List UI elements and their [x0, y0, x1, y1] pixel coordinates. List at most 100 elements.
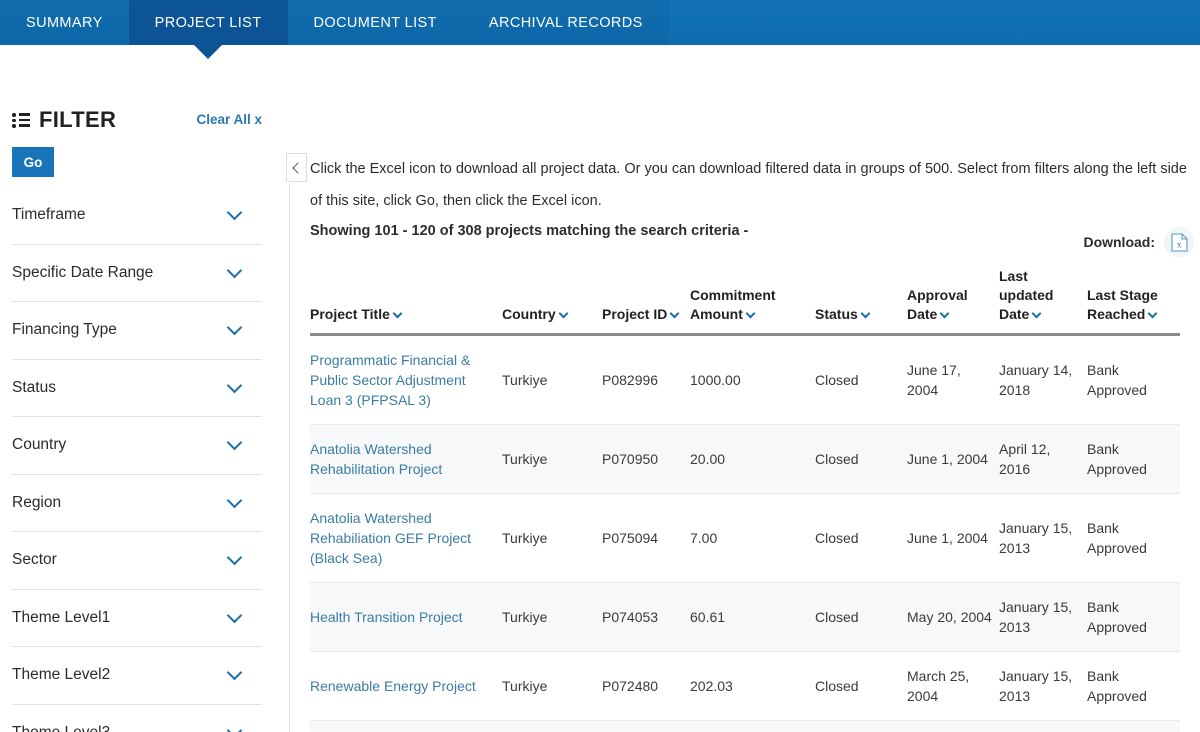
filter-title-group: FILTER [12, 107, 116, 133]
cell-approval-date: June 1, 2004 [907, 493, 999, 583]
cell-last-updated-date: April 12, 2016 [999, 424, 1087, 494]
cell-project-id: P070950 [602, 424, 690, 494]
table-row: Programmatic Financial & Public Sector A… [310, 334, 1180, 425]
cell-commitment-amount: 7.00 [690, 493, 815, 583]
tab-archival-records-label: ARCHIVAL RECORDS [488, 14, 643, 31]
cell-status: Closed [815, 334, 907, 425]
cell-last-stage-reached: Bank Approved [1087, 651, 1180, 721]
column-label: Approval Date [907, 287, 968, 322]
cell-approval-date: May 20, 2004 [907, 582, 999, 652]
cell-country: Turkiye [502, 651, 602, 721]
cell-country: Turkiye [502, 334, 602, 425]
column-label: Status [815, 306, 858, 322]
table-row: Health Transition Project Turkiye P07405… [310, 582, 1180, 652]
column-label: Project ID [602, 306, 668, 322]
cell-project-title: Health Transition Project [310, 582, 502, 652]
column-header-commitment-amount[interactable]: Commitment Amount [690, 267, 815, 336]
tab-list: SUMMARY PROJECT LIST DOCUMENT LIST ARCHI… [0, 0, 669, 59]
filter-title: FILTER [39, 107, 117, 132]
chevron-down-icon [669, 308, 680, 319]
filter-item-financing-type[interactable]: Financing Type [12, 302, 262, 360]
filter-item-timeframe[interactable]: Timeframe [12, 187, 262, 245]
column-header-last-stage-reached[interactable]: Last Stage Reached [1087, 267, 1180, 336]
chevron-down-icon [1147, 308, 1158, 319]
filter-item-status[interactable]: Status [12, 360, 262, 417]
cell-last-stage-reached: Bank Approved [1087, 493, 1180, 583]
column-header-approval-date[interactable]: Approval Date [907, 267, 999, 336]
chevron-down-icon [226, 204, 243, 221]
collapse-sidebar-button[interactable] [286, 153, 307, 182]
chevron-left-icon [292, 161, 304, 174]
cell-approval-date: January 13, 2004 [907, 720, 999, 732]
column-header-country[interactable]: Country [502, 267, 602, 336]
project-title-link[interactable]: Anatolia Watershed Rehabiliation GEF Pro… [310, 510, 471, 566]
cell-commitment-amount: 20.00 [690, 424, 815, 494]
table-header-row: Project Title Country Project ID Commitm… [310, 267, 1180, 336]
chevron-down-icon [939, 308, 950, 319]
cell-last-stage-reached: Bank Approved [1087, 582, 1180, 652]
filter-item-specific-date-range[interactable]: Specific Date Range [12, 245, 262, 302]
cell-commitment-amount: 60.61 [690, 582, 815, 652]
column-header-project-id[interactable]: Project ID [602, 267, 690, 336]
cell-project-title: Programmatic Financial & Public Sector A… [310, 334, 502, 425]
filter-item-region[interactable]: Region [12, 475, 262, 532]
project-title-link[interactable]: Anatolia Watershed Rehabilitation Projec… [310, 441, 442, 477]
cell-last-updated-date: January 14, 2018 [999, 720, 1087, 732]
clear-all-link[interactable]: Clear All x [196, 107, 262, 127]
filter-item-label: Country [12, 436, 67, 454]
sidebar-divider [289, 183, 290, 732]
chevron-down-icon [226, 262, 243, 279]
filter-item-country[interactable]: Country [12, 417, 262, 475]
filter-item-theme-level3[interactable]: Theme Level3 [12, 705, 262, 732]
column-header-status[interactable]: Status [815, 267, 907, 336]
tab-document-list[interactable]: DOCUMENT LIST [287, 0, 463, 45]
showing-count-text: Showing 101 - 120 of 308 projects matchi… [310, 223, 749, 239]
tab-summary[interactable]: SUMMARY [0, 0, 129, 45]
cell-approval-date: March 25, 2004 [907, 651, 999, 721]
cell-project-title: Anatolia Watershed Rehabiliation GEF Pro… [310, 493, 502, 583]
cell-status: Closed [815, 493, 907, 583]
filter-item-label: Timeframe [12, 206, 86, 224]
excel-download-icon[interactable]: x [1164, 227, 1194, 257]
project-title-link[interactable]: Health Transition Project [310, 609, 463, 625]
table-row: Anatolia Watershed Rehabiliation GEF Pro… [310, 493, 1180, 583]
cell-project-title: Anatolia Watershed Rehabilitation Projec… [310, 424, 502, 494]
filter-sidebar: FILTER Clear All x Go Timeframe Specific… [0, 45, 280, 732]
chevron-down-icon [1031, 308, 1042, 319]
filter-item-label: Sector [12, 551, 57, 569]
cell-last-updated-date: January 15, 2013 [999, 582, 1087, 652]
cell-country: Turkiye [502, 424, 602, 494]
cell-last-updated-date: January 15, 2013 [999, 651, 1087, 721]
chevron-down-icon [226, 607, 243, 624]
column-header-project-title[interactable]: Project Title [310, 267, 502, 336]
column-label: Commitment Amount [690, 287, 776, 322]
download-group: Download: x [1083, 227, 1194, 257]
cell-last-stage-reached: Bank Approved [1087, 424, 1180, 494]
cell-project-id: P072480 [602, 651, 690, 721]
tab-project-list-label: PROJECT LIST [154, 14, 262, 31]
chevron-down-icon [226, 319, 243, 336]
cell-project-id: P075094 [602, 493, 690, 583]
tab-project-list[interactable]: PROJECT LIST [128, 0, 288, 59]
chevron-down-icon [745, 308, 756, 319]
project-title-link[interactable]: Programmatic Financial & Public Sector A… [310, 352, 470, 408]
filter-item-theme-level1[interactable]: Theme Level1 [12, 590, 262, 647]
project-title-link[interactable]: Renewable Energy Project [310, 678, 476, 694]
filter-item-theme-level2[interactable]: Theme Level2 [12, 647, 262, 705]
project-table: Project Title Country Project ID Commitm… [310, 267, 1180, 732]
tab-archival-records[interactable]: ARCHIVAL RECORDS [462, 0, 669, 45]
column-header-last-updated-date[interactable]: Last updated Date [999, 267, 1087, 336]
filter-item-label: Theme Level3 [12, 724, 110, 732]
chevron-down-icon [226, 377, 243, 394]
column-label: Project Title [310, 306, 390, 322]
filter-item-sector[interactable]: Sector [12, 532, 262, 590]
column-label: Country [502, 306, 556, 322]
cell-last-stage-reached: Bank Approved [1087, 334, 1180, 425]
filter-item-label: Theme Level1 [12, 608, 111, 626]
filter-item-label: Region [12, 493, 62, 511]
table-body: Programmatic Financial & Public Sector A… [310, 334, 1180, 732]
chevron-down-icon [860, 308, 871, 319]
cell-approval-date: June 1, 2004 [907, 424, 999, 494]
chevron-down-icon [226, 722, 243, 732]
go-button[interactable]: Go [12, 147, 54, 177]
